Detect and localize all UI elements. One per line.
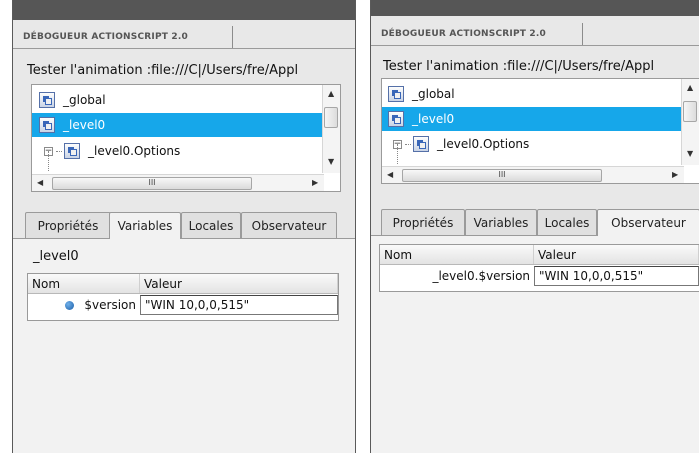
scroll-up-arrow-icon[interactable]: ▲ [328,89,334,98]
movieclip-icon [388,86,404,102]
tree-item-global[interactable]: _global [382,82,684,106]
tab-watch[interactable]: Observateur [597,209,699,236]
panel-titlebar [371,0,699,16]
tree-item-level0-options[interactable]: − _level0.Options [382,132,684,156]
panel-titlebar [13,0,355,20]
vertical-scroll-thumb[interactable] [324,107,338,128]
watch-grid[interactable]: Nom Valeur _level0.$version "WIN 10,0,0,… [379,244,699,292]
column-header-name[interactable]: Nom [28,274,140,293]
table-row[interactable]: _level0.$version "WIN 10,0,0,515" [380,266,699,286]
tree-item-global[interactable]: _global [32,88,324,112]
variable-value-field[interactable]: "WIN 10,0,0,515" [140,295,338,315]
panel-tab-title[interactable]: DÉBOGUEUR ACTIONSCRIPT 2.0 [371,23,583,46]
column-header-value[interactable]: Valeur [534,245,699,264]
horizontal-scroll-thumb[interactable]: III [402,169,602,182]
watch-name: _level0.$version [432,269,531,283]
variables-content: _level0 Nom Valeur $version "WIN 10,0,0,… [13,238,355,453]
url-line: Tester l'animation :file:///C|/Users/fre… [27,63,299,78]
inspector-tabs: Propriétés Variables Locales Observateur [371,209,699,236]
tree-item-level0-options[interactable]: − _level0.Options [32,139,324,163]
tab-variables[interactable]: Variables [109,212,181,239]
tree-horizontal-scrollbar[interactable]: ◀ III ▶ [382,166,684,183]
scroll-left-arrow-icon[interactable]: ◀ [387,170,393,179]
object-tree[interactable]: _global _level0 − _level0.Options ▲ ▼ ◀ … [381,78,699,184]
inspector-tabs: Propriétés Variables Locales Observateur [13,212,355,239]
scroll-left-arrow-icon[interactable]: ◀ [37,178,43,187]
object-tree[interactable]: _global _level0 − _level0.Options ▲ ▼ ◀ … [31,84,341,192]
tab-variables[interactable]: Variables [465,209,537,235]
tree-horizontal-scrollbar[interactable]: ◀ III ▶ [32,174,324,191]
column-header-value[interactable]: Valeur [140,274,338,293]
target-path: _level0 [33,249,79,264]
url-line: Tester l'animation :file:///C|/Users/fre… [383,59,655,74]
scroll-down-arrow-icon[interactable]: ▼ [687,149,693,158]
vertical-scroll-thumb[interactable] [683,101,697,122]
table-row[interactable]: $version "WIN 10,0,0,515" [28,295,338,315]
scroll-right-arrow-icon[interactable]: ▶ [312,178,318,187]
horizontal-scroll-thumb[interactable]: III [52,177,252,190]
watch-content: Nom Valeur _level0.$version "WIN 10,0,0,… [371,235,699,453]
scroll-up-arrow-icon[interactable]: ▲ [687,83,693,92]
movieclip-icon [39,117,55,133]
column-header-name[interactable]: Nom [380,245,535,264]
panel-tab-title[interactable]: DÉBOGUEUR ACTIONSCRIPT 2.0 [13,26,233,49]
debugger-panel-right: DÉBOGUEUR ACTIONSCRIPT 2.0 Tester l'anim… [370,0,699,453]
movieclip-icon [39,92,55,108]
tab-properties[interactable]: Propriétés [25,212,111,238]
debugger-panel-left: DÉBOGUEUR ACTIONSCRIPT 2.0 Tester l'anim… [12,0,356,453]
tree-vertical-scrollbar[interactable]: ▲ ▼ [322,85,340,173]
tab-properties[interactable]: Propriétés [381,209,465,235]
tree-item-level0[interactable]: _level0 [382,107,684,131]
watch-value-field[interactable]: "WIN 10,0,0,515" [534,266,699,286]
tab-locals[interactable]: Locales [537,209,597,235]
variables-grid[interactable]: Nom Valeur $version "WIN 10,0,0,515" [27,273,339,321]
movieclip-icon [413,136,429,152]
tree-item-level0[interactable]: _level0 [32,113,324,137]
tab-watch[interactable]: Observateur [241,212,337,238]
movieclip-icon [388,111,404,127]
tree-vertical-scrollbar[interactable]: ▲ ▼ [681,79,699,165]
variable-name: $version [84,298,136,312]
scroll-right-arrow-icon[interactable]: ▶ [672,170,678,179]
scroll-down-arrow-icon[interactable]: ▼ [328,157,334,166]
movieclip-icon [64,143,80,159]
tab-locals[interactable]: Locales [181,212,241,238]
variable-dot-icon [65,300,75,310]
